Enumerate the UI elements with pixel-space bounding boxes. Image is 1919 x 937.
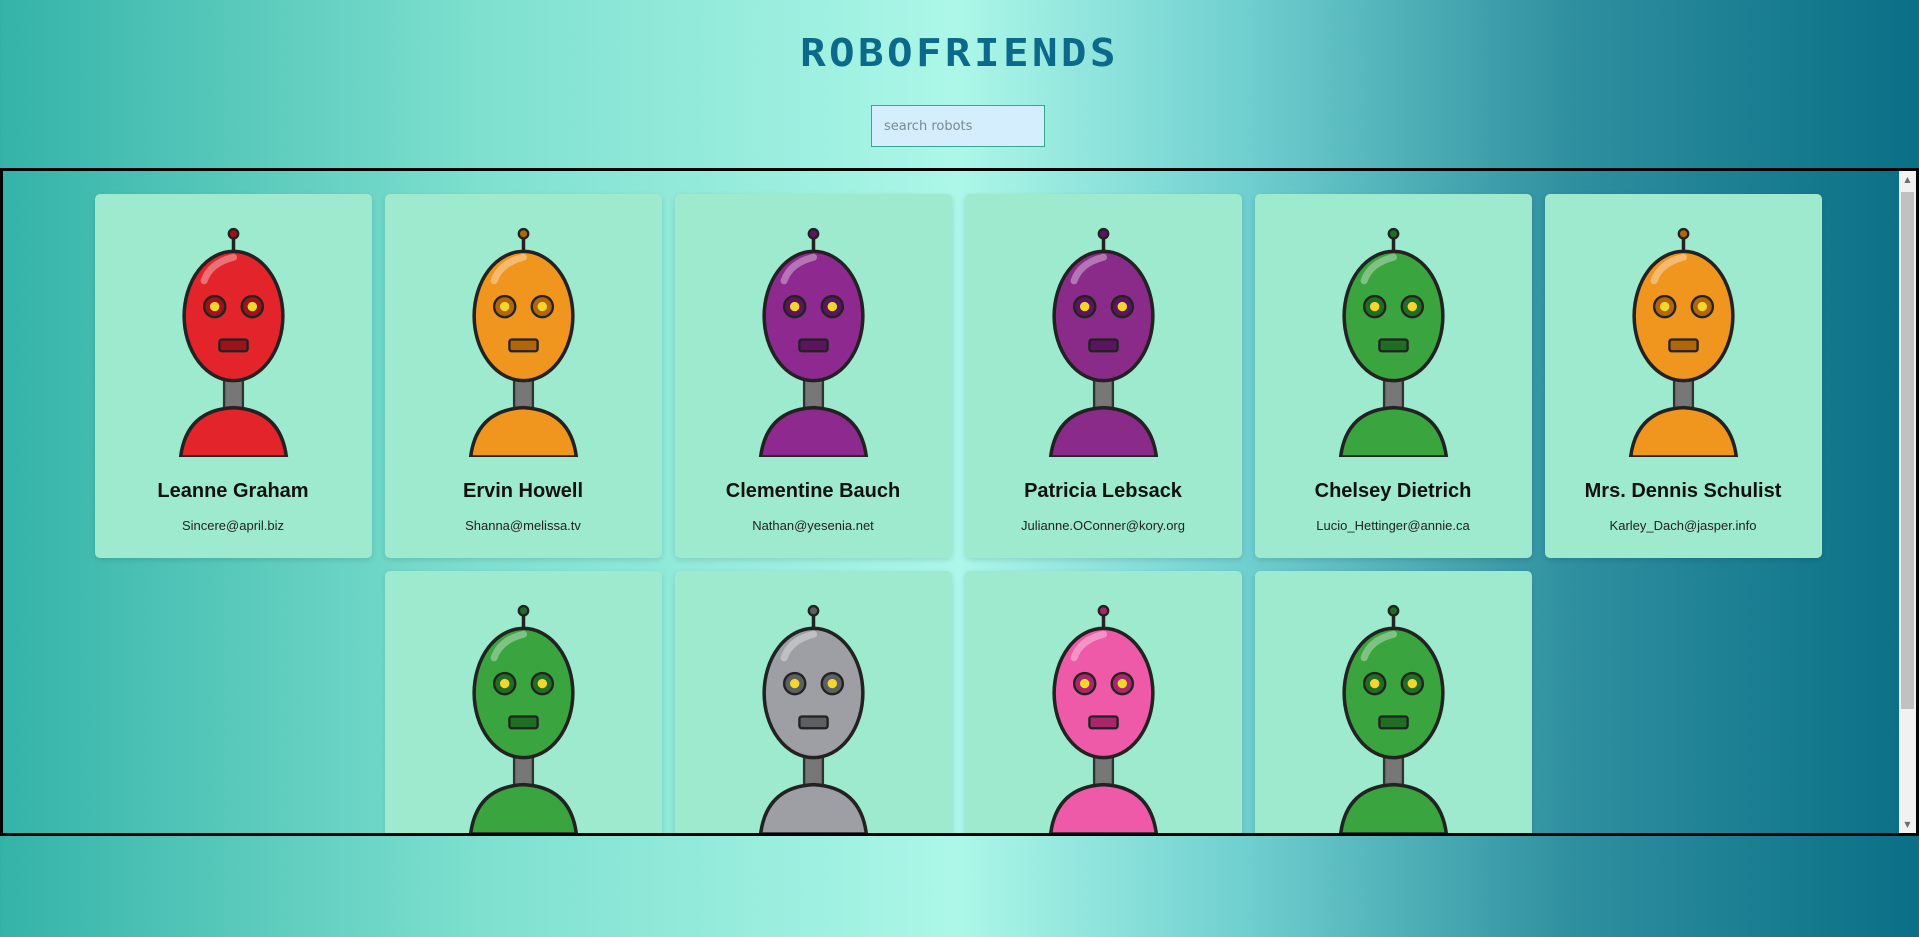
robot-email: Lucio_Hettinger@annie.ca — [1316, 518, 1470, 533]
robot-card[interactable] — [384, 571, 662, 833]
robot-card[interactable]: Patricia Lebsack Julianne.OConner@kory.or… — [964, 194, 1242, 558]
robot-avatar-icon — [1048, 604, 1158, 833]
robot-name: Patricia Lebsack — [1024, 480, 1182, 502]
robot-avatar-icon — [1048, 227, 1158, 457]
robot-avatar-icon — [468, 604, 578, 833]
robot-name: Ervin Howell — [462, 480, 584, 502]
robot-avatar-icon — [758, 227, 868, 457]
scroll-up-icon[interactable]: ▲ — [1899, 171, 1916, 188]
robot-card[interactable]: Clementine Bauch Nathan@yesenia.net — [674, 194, 952, 558]
robot-email: Shanna@melissa.tv — [465, 518, 581, 533]
robot-card[interactable] — [1254, 571, 1532, 833]
robot-avatar-icon — [1338, 604, 1448, 833]
app-logo: ROBOFRIENDS — [800, 31, 1119, 75]
robot-name: Leanne Graham — [157, 480, 309, 502]
robot-avatar-icon — [1628, 227, 1738, 457]
robot-card[interactable] — [674, 571, 952, 833]
robot-name: Mrs. Dennis Schulist — [1584, 480, 1782, 502]
robot-card[interactable]: Leanne Graham Sincere@april.biz — [94, 194, 372, 558]
robot-card[interactable]: Mrs. Dennis Schulist Karley_Dach@jasper.i… — [1544, 194, 1822, 558]
robot-avatar-icon — [468, 227, 578, 457]
vertical-scrollbar[interactable]: ▲ ▼ — [1899, 171, 1916, 833]
scrollbar-thumb[interactable] — [1901, 192, 1914, 709]
robot-card[interactable]: Ervin Howell Shanna@melissa.tv — [384, 194, 662, 558]
robot-email: Julianne.OConner@kory.org — [1021, 518, 1185, 533]
robot-list-scroll-area[interactable]: Leanne Graham Sincere@april.biz Ervin Howe… — [0, 168, 1919, 836]
card-list: Leanne Graham Sincere@april.biz Ervin Howe… — [85, 194, 1831, 833]
robot-email: Sincere@april.biz — [181, 518, 285, 533]
robot-name: Clementine Bauch — [725, 480, 901, 502]
robot-email: Nathan@yesenia.net — [752, 518, 874, 533]
robot-email: Karley_Dach@jasper.info — [1609, 518, 1757, 533]
robot-card[interactable] — [964, 571, 1242, 833]
scroll-down-icon[interactable]: ▼ — [1899, 816, 1916, 833]
robot-avatar-icon — [178, 227, 288, 457]
search-robots-input[interactable] — [871, 105, 1045, 147]
robot-avatar-icon — [1338, 227, 1448, 457]
robot-name: Chelsey Dietrich — [1314, 480, 1472, 502]
robot-card[interactable]: Chelsey Dietrich Lucio_Hettinger@annie.ca — [1254, 194, 1532, 558]
robot-avatar-icon — [758, 604, 868, 833]
